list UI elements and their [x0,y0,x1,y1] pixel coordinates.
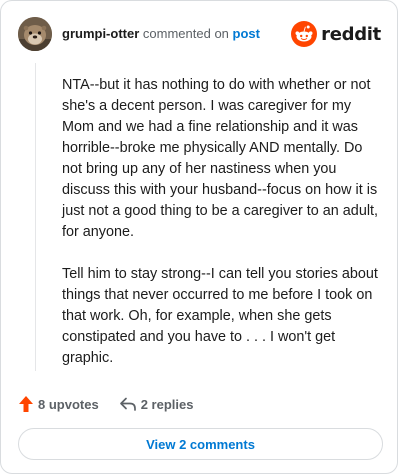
reply-arrow-icon [119,397,136,411]
view-comments-button[interactable]: View 2 comments [18,428,383,460]
thread-line[interactable] [35,63,36,371]
comment-paragraph: NTA--but it has nothing to do with wheth… [62,77,379,240]
username-link[interactable]: grumpi-otter [62,26,139,41]
byline-action-text: commented on [142,26,229,41]
comment-actions: 8 upvotes 2 replies [18,394,193,414]
reply-count: 2 replies [140,396,194,412]
comment-embed-card: grumpi-otter commented on post reddit NT… [0,0,398,474]
reddit-logo[interactable]: reddit [291,20,381,48]
reddit-snoo-icon [291,21,318,47]
replies-button[interactable]: 2 replies [119,396,194,412]
reddit-wordmark: reddit [321,23,381,45]
upvote-count: 8 upvotes [38,396,99,412]
post-link[interactable]: post [233,26,260,41]
user-avatar[interactable] [18,17,52,51]
comment-paragraph: Tell him to stay strong--I can tell you … [62,266,378,366]
otter-avatar-icon [18,17,52,51]
comment-byline: grumpi-otter commented on post [62,26,260,42]
upvote-button[interactable]: 8 upvotes [18,395,99,413]
comment-body: NTA--but it has nothing to do with wheth… [62,75,382,390]
upvote-arrow-icon [19,396,33,412]
comment-header: grumpi-otter commented on post reddit [18,17,381,51]
